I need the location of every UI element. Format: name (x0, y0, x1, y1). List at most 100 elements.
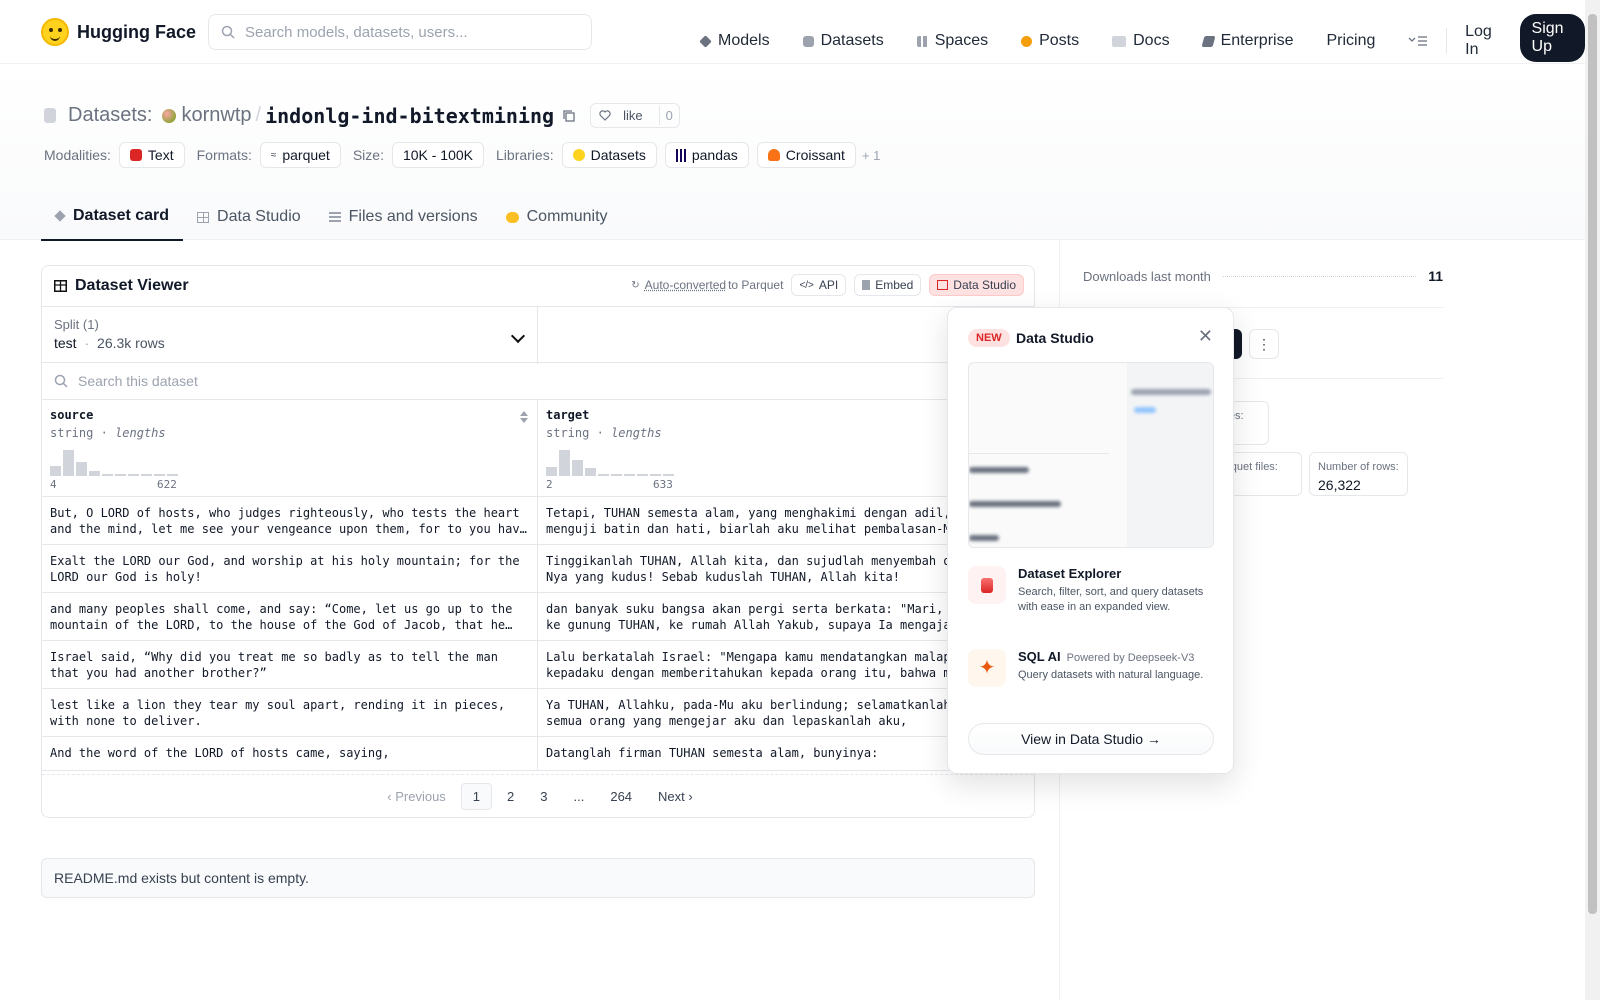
api-button[interactable]: </> API (791, 274, 847, 296)
tag-parquet[interactable]: ≈ parquet (259, 142, 341, 168)
histogram-bar[interactable] (76, 462, 87, 476)
refresh-icon: ↻ (631, 279, 640, 291)
tab-dataset-card-label: Dataset card (73, 207, 170, 224)
embed-button[interactable]: Embed (854, 274, 922, 296)
length-histogram[interactable] (50, 450, 178, 476)
histogram-bar[interactable] (637, 474, 648, 476)
dataset-name-link[interactable]: indonlg-ind-bitextmining (265, 104, 554, 128)
more-libraries[interactable]: + 1 (862, 148, 880, 163)
data-studio-button[interactable]: Data Studio (929, 274, 1024, 296)
histogram-bar[interactable] (585, 468, 596, 476)
nav-models[interactable]: Models (699, 32, 770, 50)
histogram-bar[interactable] (624, 474, 635, 476)
database-icon (802, 35, 814, 47)
tag-pandas-label: pandas (691, 147, 738, 163)
viewer-toolbar: ↻ Auto-converted to Parquet </> API Embed… (631, 274, 1024, 296)
sort-icon[interactable] (519, 410, 529, 424)
page-1-button[interactable]: 1 (460, 783, 493, 810)
logo[interactable]: Hugging Face (41, 18, 196, 46)
formats-label: Formats: (196, 147, 252, 163)
tag-text[interactable]: Text (118, 142, 185, 168)
histogram-bar[interactable] (650, 474, 661, 476)
histogram-bar[interactable] (167, 474, 178, 476)
histogram-bar[interactable] (598, 474, 609, 476)
like-button[interactable]: like 0 (590, 103, 680, 128)
histogram-bar[interactable] (89, 471, 100, 476)
page-2-button[interactable]: 2 (496, 784, 525, 809)
histogram-bar[interactable] (141, 474, 152, 476)
tag-datasets-label: Datasets (590, 147, 646, 163)
nav-spaces-label: Spaces (934, 32, 989, 49)
tab-community[interactable]: Community (492, 194, 622, 241)
sparkle-icon: ✦ (968, 649, 1006, 687)
pagination: ‹ Previous 1 2 3 ... 264 Next › (42, 774, 1034, 817)
tag-croissant[interactable]: Croissant (756, 142, 856, 168)
split-dropdown[interactable]: Split (1) test · 26.3k rows (42, 307, 538, 364)
dataset-search-input[interactable]: Search this dataset (42, 363, 1034, 400)
tag-croissant-label: Croissant (785, 147, 845, 163)
histogram-bar[interactable] (572, 460, 583, 476)
close-icon[interactable]: ✕ (1198, 326, 1213, 347)
nav-posts[interactable]: Posts (1021, 32, 1079, 50)
histogram-bar[interactable] (663, 474, 674, 476)
table-row[interactable]: But, O LORD of hosts, who judges righteo… (42, 497, 1034, 545)
datasets-prefix: Datasets: (68, 104, 153, 126)
nav-datasets[interactable]: Datasets (802, 32, 884, 50)
copy-icon[interactable] (562, 109, 576, 123)
signup-button[interactable]: Sign Up (1519, 14, 1585, 62)
table-row[interactable]: lest like a lion they tear my soul apart… (42, 689, 1034, 737)
column-header-source[interactable]: source string · lengths 4 622 (42, 400, 538, 497)
histogram-bar[interactable] (154, 474, 165, 476)
histogram-bar[interactable] (102, 474, 113, 476)
length-histogram[interactable] (546, 450, 674, 476)
histogram-bar[interactable] (559, 450, 570, 476)
more-options-button[interactable]: ⋮ (1249, 329, 1279, 359)
histogram-bar[interactable] (611, 474, 622, 476)
feature-dataset-explorer: Dataset Explorer Search, filter, sort, a… (968, 566, 1218, 615)
feature-title: Dataset Explorer (1018, 566, 1122, 581)
nav-docs[interactable]: Docs (1112, 32, 1170, 50)
like-count: 0 (658, 106, 679, 125)
tab-data-studio[interactable]: Data Studio (183, 194, 315, 241)
histogram-bar[interactable] (115, 474, 126, 476)
table-row[interactable]: Exalt the LORD our God, and worship at h… (42, 545, 1034, 593)
tab-files-and-versions[interactable]: Files and versions (315, 194, 492, 241)
feature-desc: Query datasets with natural language. (1018, 669, 1204, 681)
tag-pandas[interactable]: pandas (664, 142, 749, 168)
cell-source: But, O LORD of hosts, who judges righteo… (50, 506, 527, 536)
database-icon (44, 108, 56, 123)
tab-files-label: Files and versions (348, 208, 478, 225)
view-in-data-studio-button[interactable]: View in Data Studio → (968, 723, 1214, 755)
nav-posts-label: Posts (1039, 32, 1080, 49)
nav-enterprise[interactable]: Enterprise (1201, 32, 1293, 50)
auto-converted-link[interactable]: Auto-converted (645, 278, 726, 292)
login-link[interactable]: Log In (1465, 23, 1497, 59)
next-page-button[interactable]: Next › (647, 784, 704, 809)
tag-datasets-lib[interactable]: Datasets (561, 142, 657, 168)
nav-spaces[interactable]: Spaces (916, 32, 989, 50)
histogram-bar[interactable] (128, 474, 139, 476)
previous-page-button[interactable]: ‹ Previous (376, 784, 457, 809)
owner-link[interactable]: kornwtp (181, 104, 251, 127)
data-studio-label: Data Studio (953, 278, 1016, 292)
tag-size-label: 10K - 100K (402, 147, 474, 163)
page-scrollbar[interactable] (1585, 0, 1600, 1000)
cube-icon (54, 210, 66, 222)
hist-max-label: 622 (157, 478, 177, 491)
hugging-face-icon (41, 18, 69, 46)
page-264-button[interactable]: 264 (599, 784, 643, 809)
table-row[interactable]: And the word of the LORD of hosts came, … (42, 737, 1034, 771)
table-row[interactable]: Israel said, “Why did you treat me so ba… (42, 641, 1034, 689)
histogram-bar[interactable] (63, 450, 74, 476)
scrollbar-thumb[interactable] (1588, 14, 1597, 914)
table-row[interactable]: and many peoples shall come, and say: “C… (42, 593, 1034, 641)
page-3-button[interactable]: 3 (529, 784, 558, 809)
global-search-input[interactable]: Search models, datasets, users... (208, 14, 592, 50)
nav-pricing[interactable]: Pricing (1326, 32, 1375, 50)
nav-divider (1446, 28, 1448, 54)
tab-dataset-card[interactable]: Dataset card (41, 194, 184, 241)
histogram-bar[interactable] (50, 466, 61, 476)
nav-more-menu[interactable] (1408, 35, 1428, 47)
histogram-bar[interactable] (546, 467, 557, 476)
tag-size[interactable]: 10K - 100K (391, 142, 485, 168)
